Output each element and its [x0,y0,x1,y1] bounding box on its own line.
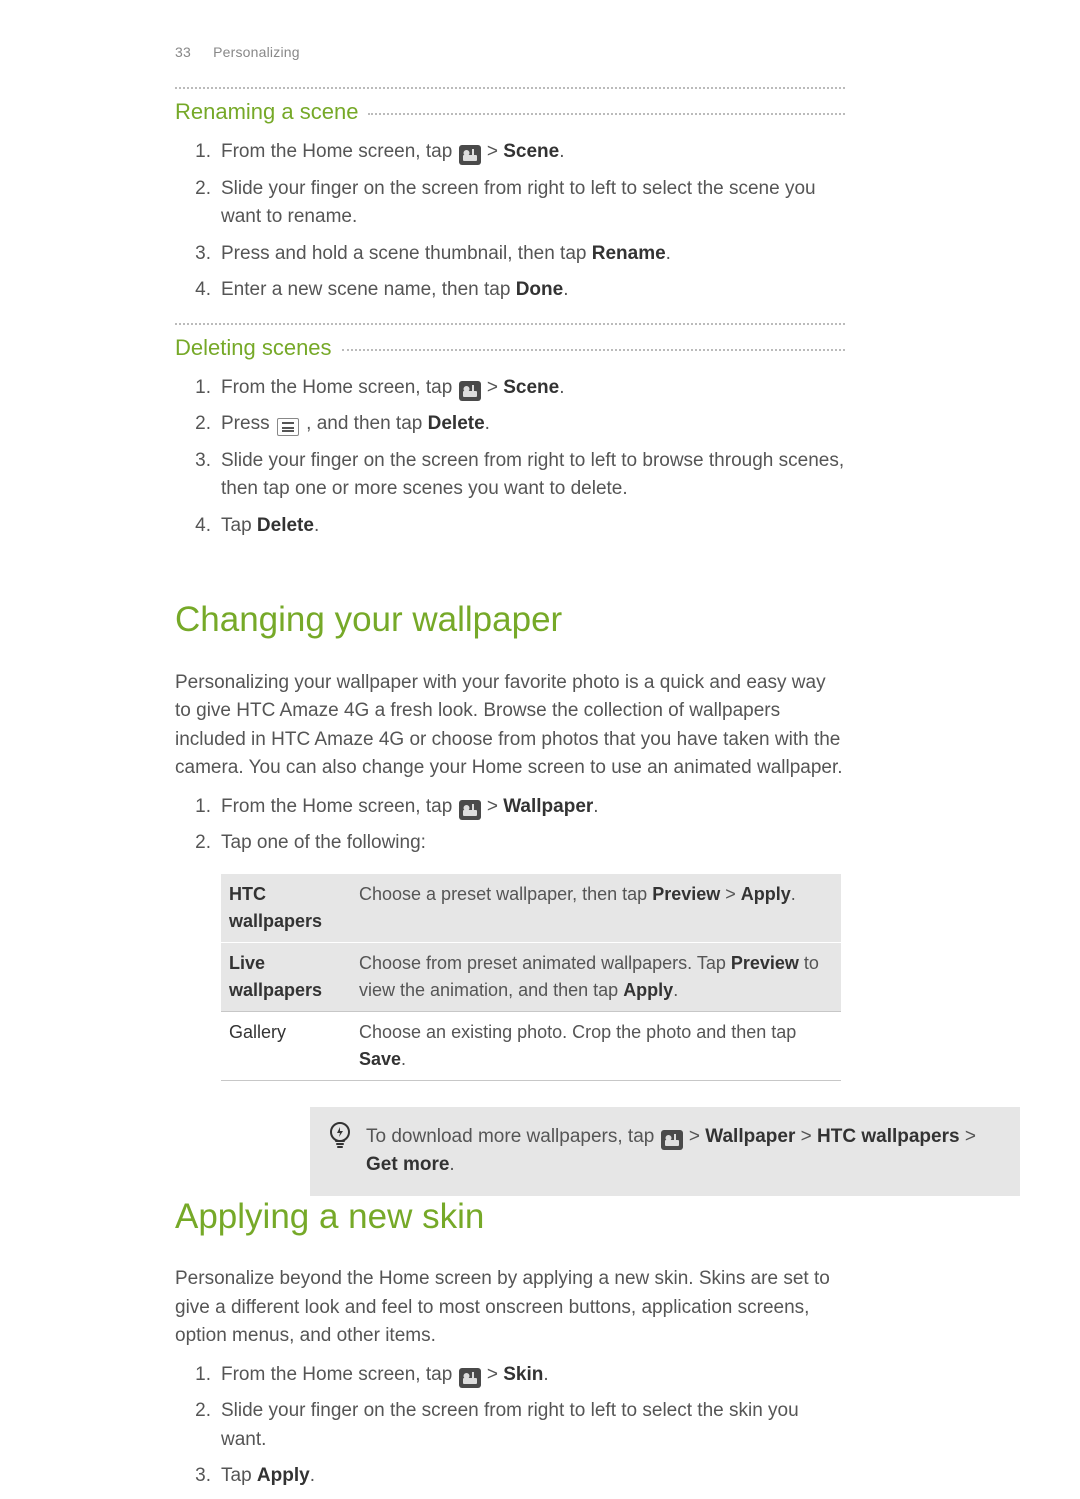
step-number: 2. [195,175,221,232]
heading-changing-wallpaper: Changing your wallpaper [175,594,845,647]
step-number: 1. [195,374,221,403]
deleting-steps: 1. From the Home screen, tap > Scene. 2.… [195,374,845,541]
wallpaper-options-table: HTC wallpapers Choose a preset wallpaper… [221,874,841,1081]
step-number: 3. [195,1462,221,1491]
option-desc: Choose from preset animated wallpapers. … [351,942,841,1011]
step-text: From the Home screen, tap > Scene. [221,138,845,167]
step-text: Tap Delete. [221,512,845,541]
personalize-icon [459,800,481,820]
step-number: 1. [195,138,221,167]
heading-applying-skin: Applying a new skin [175,1191,845,1244]
lightbulb-icon [326,1121,354,1149]
table-row: Live wallpapers Choose from preset anima… [221,942,841,1011]
wallpaper-intro: Personalizing your wallpaper with your f… [175,669,845,783]
step-text: Tap one of the following: [221,829,845,858]
table-row: Gallery Choose an existing photo. Crop t… [221,1011,841,1080]
step-text: Slide your finger on the screen from rig… [221,1397,845,1454]
heading-deleting-scenes: Deleting scenes [175,325,332,366]
personalize-icon [459,145,481,165]
step-number: 2. [195,829,221,858]
tip-box: To download more wallpapers, tap > Wallp… [310,1107,1020,1196]
step-number: 3. [195,447,221,504]
menu-icon [277,418,299,436]
page-number: 33 [175,44,191,60]
wallpaper-steps: 1. From the Home screen, tap > Wallpaper… [195,793,845,858]
step-text: From the Home screen, tap > Wallpaper. [221,793,845,822]
step-number: 1. [195,793,221,822]
personalize-icon [459,381,481,401]
heading-renaming-scene: Renaming a scene [175,89,358,130]
page-header: 33 Personalizing [175,42,845,63]
skin-section: Applying a new skin Personalize beyond t… [175,1191,845,1491]
option-name: Live wallpapers [221,942,351,1011]
renaming-steps: 1. From the Home screen, tap > Scene. 2.… [195,138,845,305]
option-name: Gallery [221,1011,351,1080]
step-text: Slide your finger on the screen from rig… [221,175,845,232]
step-text: From the Home screen, tap > Scene. [221,374,845,403]
skin-intro: Personalize beyond the Home screen by ap… [175,1265,845,1351]
personalize-icon [459,1368,481,1388]
step-text: Press , and then tap Delete. [221,410,845,439]
step-text: Enter a new scene name, then tap Done. [221,276,845,305]
step-number: 2. [195,1397,221,1454]
heading-row: Renaming a scene [175,89,845,130]
step-text: Press and hold a scene thumbnail, then t… [221,240,845,269]
option-desc: Choose an existing photo. Crop the photo… [351,1011,841,1080]
dotted-rule [342,349,845,351]
step-text: Tap Apply. [221,1462,845,1491]
skin-steps: 1. From the Home screen, tap > Skin. 2.S… [195,1361,845,1491]
step-number: 1. [195,1361,221,1390]
section-title: Personalizing [213,44,300,60]
dotted-rule [368,113,845,115]
table-row: HTC wallpapers Choose a preset wallpaper… [221,874,841,943]
heading-row: Deleting scenes [175,325,845,366]
step-number: 4. [195,276,221,305]
step-number: 3. [195,240,221,269]
option-name: HTC wallpapers [221,874,351,943]
document-page: 33 Personalizing Renaming a scene 1. Fro… [175,42,845,1499]
step-number: 2. [195,410,221,439]
step-text: From the Home screen, tap > Skin. [221,1361,845,1390]
option-desc: Choose a preset wallpaper, then tap Prev… [351,874,841,943]
personalize-icon [661,1130,683,1150]
step-text: Slide your finger on the screen from rig… [221,447,845,504]
step-number: 4. [195,512,221,541]
